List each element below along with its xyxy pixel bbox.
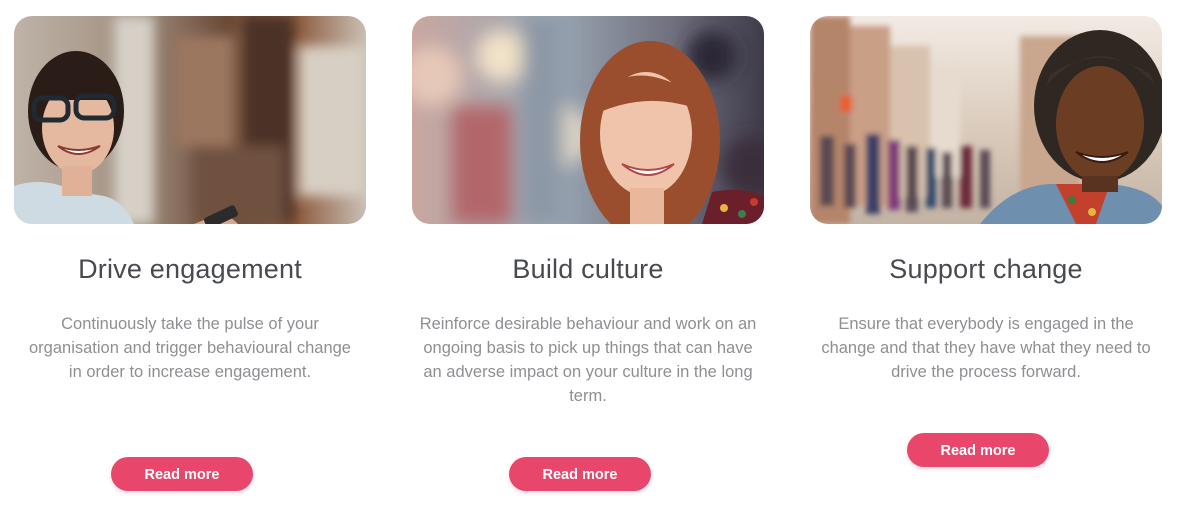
read-more-button[interactable]: Read more [509,457,651,491]
card-title: Support change [889,254,1083,284]
card-description: Continuously take the pulse of your orga… [29,315,351,381]
card-description: Reinforce desirable behaviour and work o… [419,315,757,405]
card-title: Drive engagement [78,254,302,284]
feature-card-build-culture: Build culture Reinforce desirable behavi… [412,0,764,509]
read-more-button[interactable]: Read more [907,433,1049,467]
feature-card-support-change: Support change Ensure that everybody is … [810,0,1162,509]
woman-with-glasses-photo [14,16,366,224]
card-photo [14,16,366,224]
card-photo [412,16,764,224]
card-photo [810,16,1162,224]
read-more-button[interactable]: Read more [111,457,253,491]
man-in-street-photo [810,16,1162,224]
card-title: Build culture [512,254,664,284]
card-description: Ensure that everybody is engaged in the … [821,315,1151,381]
feature-card-drive-engagement: Drive engagement Continuously take the p… [14,0,366,509]
woman-with-bangs-photo [412,16,764,224]
